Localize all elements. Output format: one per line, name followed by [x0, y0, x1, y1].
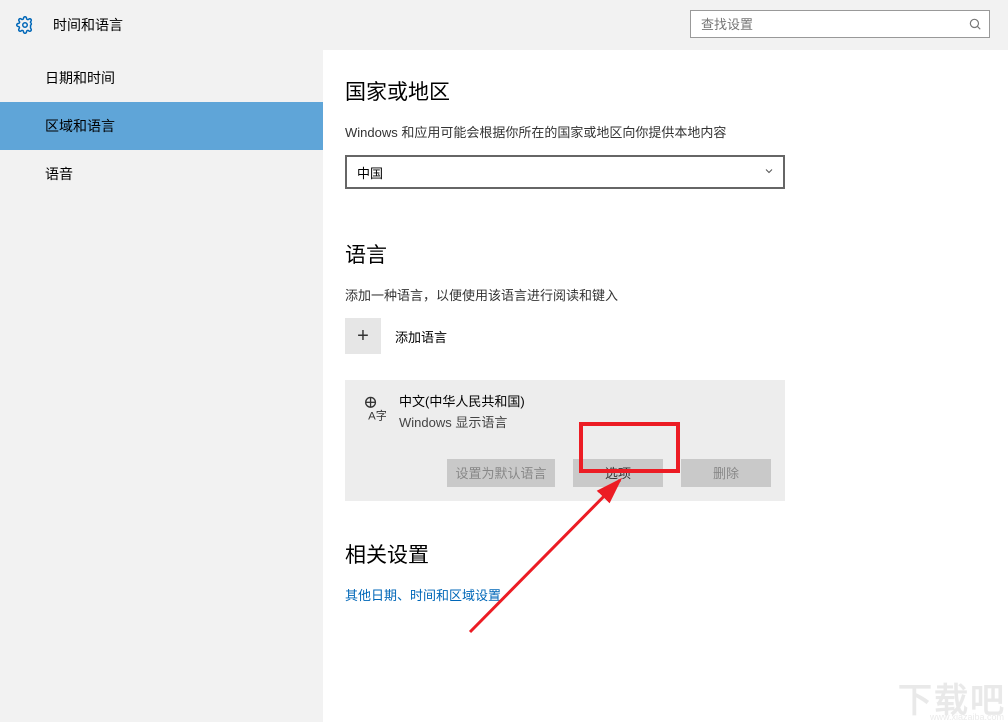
related-heading: 相关设置: [345, 539, 1008, 569]
language-card[interactable]: A字 中文(中华人民共和国) Windows 显示语言 设置为默认语言 选项 删…: [345, 380, 785, 501]
region-description: Windows 和应用可能会根据你所在的国家或地区向你提供本地内容: [345, 122, 1008, 141]
search-input[interactable]: [691, 17, 961, 32]
language-name: 中文(中华人民共和国): [399, 392, 525, 412]
page-title: 时间和语言: [53, 15, 123, 35]
language-desc: Windows 显示语言: [399, 412, 525, 431]
languages-description: 添加一种语言，以便使用该语言进行阅读和键入: [345, 285, 1008, 304]
gear-icon: [15, 15, 35, 35]
language-icon: A字: [359, 392, 387, 424]
region-heading: 国家或地区: [345, 76, 1008, 106]
related-link[interactable]: 其他日期、时间和区域设置: [345, 585, 1008, 604]
watermark-url: www.xiazaiba.com: [930, 712, 1004, 722]
add-language-row[interactable]: + 添加语言: [345, 318, 1008, 354]
languages-heading: 语言: [345, 239, 1008, 269]
header: 时间和语言: [0, 0, 1008, 50]
plus-icon[interactable]: +: [345, 318, 381, 354]
set-default-button: 设置为默认语言: [447, 459, 555, 487]
sidebar-item-datetime[interactable]: 日期和时间: [0, 54, 323, 102]
remove-button: 删除: [681, 459, 771, 487]
sidebar-item-region-language[interactable]: 区域和语言: [0, 102, 323, 150]
chevron-down-icon: [763, 165, 775, 180]
region-dropdown[interactable]: 中国: [345, 155, 785, 189]
sidebar-item-speech[interactable]: 语音: [0, 150, 323, 198]
svg-text:A字: A字: [368, 408, 386, 421]
search-box[interactable]: [690, 10, 990, 38]
region-selected: 中国: [357, 163, 383, 182]
content: 国家或地区 Windows 和应用可能会根据你所在的国家或地区向你提供本地内容 …: [323, 50, 1008, 722]
sidebar: 日期和时间 区域和语言 语音: [0, 50, 323, 722]
options-button[interactable]: 选项: [573, 459, 663, 487]
search-icon: [961, 17, 989, 31]
add-language-label: 添加语言: [395, 327, 447, 346]
